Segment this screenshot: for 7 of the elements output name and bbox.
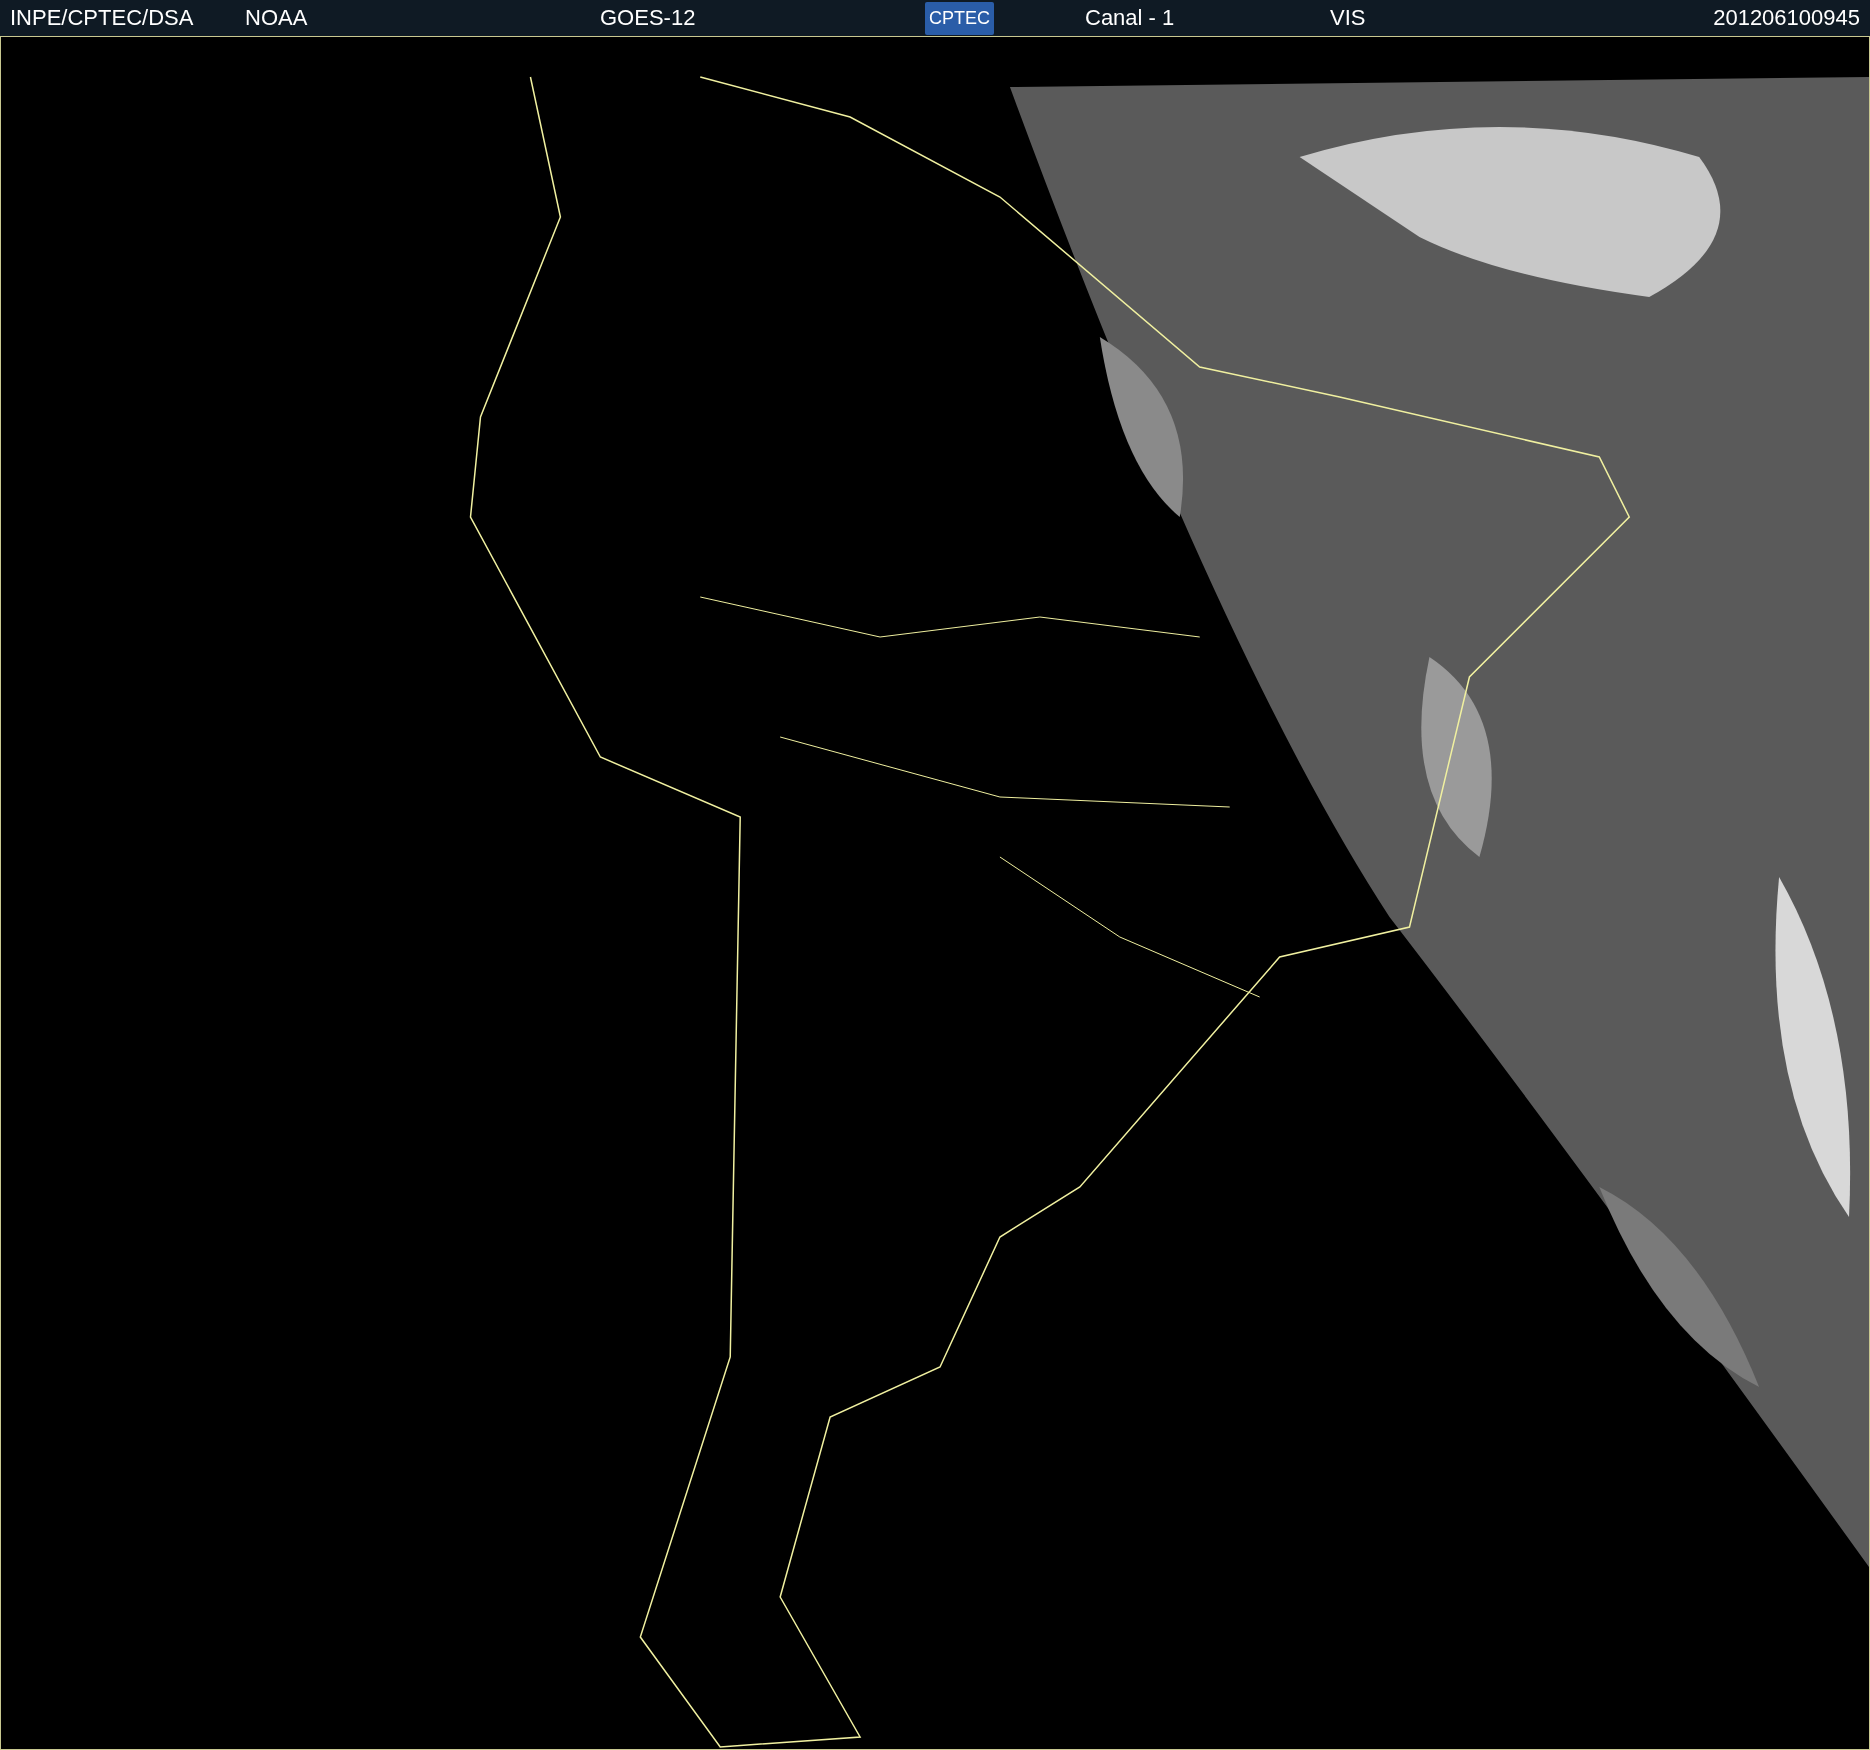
band-label: VIS	[1330, 5, 1367, 31]
logo: CPTEC	[925, 1, 994, 35]
agency-label: NOAA	[245, 5, 309, 31]
channel-label: Canal - 1	[1085, 5, 1176, 31]
satellite-label: GOES-12	[600, 5, 697, 31]
source-label: INPE/CPTEC/DSA	[10, 5, 195, 31]
timestamp-label: 201206100945	[1713, 5, 1860, 31]
